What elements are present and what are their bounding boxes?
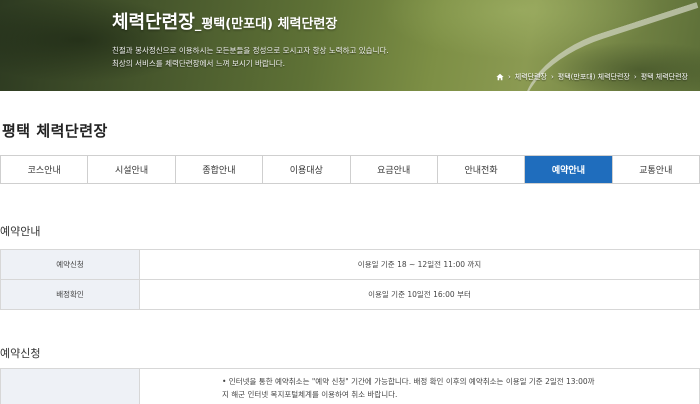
row-label-apply: 예약신청 <box>0 249 140 280</box>
hero-desc-line-2: 최상의 서비스를 체력단련장에서 느껴 보시기 바랍니다. <box>112 59 286 68</box>
section-heading-reservation-apply: 예약신청 <box>0 347 41 360</box>
reservation-info-table: 예약신청 이용일 기준 18 ~ 12일전 11:00 까지 배정확인 이용일 … <box>0 249 700 310</box>
apply-note-line-1: • 인터넷을 통한 예약취소는 "예약 신청" 기간에 가능합니다. 배정 확인… <box>222 377 595 386</box>
tab-transport[interactable]: 교통안내 <box>613 156 699 183</box>
chevron-right-icon: › <box>507 73 511 81</box>
hero-title-main: 체력단련장 <box>112 12 195 33</box>
home-icon[interactable] <box>496 73 504 81</box>
breadcrumb-item-1[interactable]: 체력단련장 <box>515 72 547 82</box>
apply-row-note: • 인터넷을 통한 예약취소는 "예약 신청" 기간에 가능합니다. 배정 확인… <box>139 368 700 404</box>
chevron-right-icon: › <box>550 73 554 81</box>
tab-facilities[interactable]: 시설안내 <box>88 156 176 183</box>
reservation-apply-table: • 인터넷을 통한 예약취소는 "예약 신청" 기간에 가능합니다. 배정 확인… <box>0 368 700 404</box>
tab-eligibility[interactable]: 이용대상 <box>263 156 351 183</box>
tab-fees[interactable]: 요금안내 <box>351 156 438 183</box>
breadcrumb-item-3[interactable]: 평택 체력단련장 <box>641 72 688 82</box>
tab-phone[interactable]: 안내전화 <box>438 156 526 183</box>
chevron-right-icon: › <box>633 73 637 81</box>
hero-desc-line-1: 친절과 봉사정신으로 이용하시는 모든분들을 정성으로 모시고자 항상 노력하고… <box>112 46 389 55</box>
hero-title-sub: _평택(만포대) 체력단련장 <box>194 17 338 32</box>
row-label-confirm: 배정확인 <box>0 279 140 310</box>
apply-note-line-2: 지 해군 인터넷 복지포털체계를 이용하여 취소 바랍니다. <box>222 390 398 399</box>
tab-general[interactable]: 종합안내 <box>176 156 264 183</box>
table-row: 배정확인 이용일 기준 10일전 16:00 부터 <box>0 279 700 310</box>
breadcrumb-item-2[interactable]: 평택(만포대) 체력단련장 <box>558 72 630 82</box>
hero-banner: 체력단련장_평택(만포대) 체력단련장 친절과 봉사정신으로 이용하시는 모든분… <box>0 0 700 91</box>
table-row: • 인터넷을 통한 예약취소는 "예약 신청" 기간에 가능합니다. 배정 확인… <box>0 368 700 404</box>
page-title: 평택 체력단련장 <box>2 122 108 140</box>
row-value-confirm: 이용일 기준 10일전 16:00 부터 <box>139 279 700 310</box>
section-heading-reservation-info: 예약안내 <box>0 225 41 238</box>
tab-bar: 코스안내 시설안내 종합안내 이용대상 요금안내 안내전화 예약안내 교통안내 <box>0 155 700 184</box>
hero-description: 친절과 봉사정신으로 이용하시는 모든분들을 정성으로 모시고자 항상 노력하고… <box>112 44 389 70</box>
apply-row-label <box>0 368 140 404</box>
tab-reservation[interactable]: 예약안내 <box>525 156 613 183</box>
hero-title: 체력단련장_평택(만포대) 체력단련장 <box>112 8 337 34</box>
tab-course[interactable]: 코스안내 <box>1 156 89 183</box>
breadcrumb: › 체력단련장 › 평택(만포대) 체력단련장 › 평택 체력단련장 <box>496 72 688 82</box>
table-row: 예약신청 이용일 기준 18 ~ 12일전 11:00 까지 <box>0 249 700 280</box>
row-value-apply: 이용일 기준 18 ~ 12일전 11:00 까지 <box>139 249 700 280</box>
